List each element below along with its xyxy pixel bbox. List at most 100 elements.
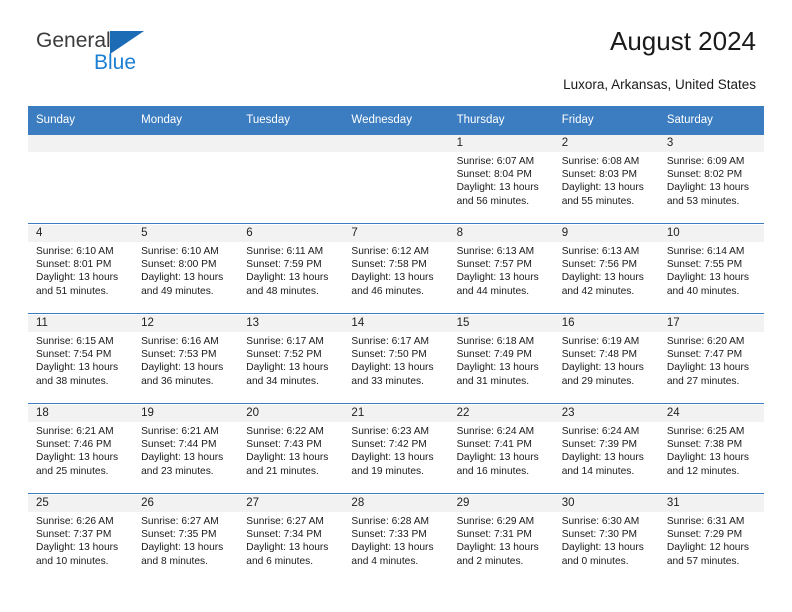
daylight-text: Daylight: 13 hours and 21 minutes. — [246, 452, 329, 477]
day-number: 7 — [343, 225, 449, 242]
day-number: 16 — [553, 315, 659, 332]
page-subtitle: Luxora, Arkansas, United States — [563, 77, 756, 92]
calendar-day-cell[interactable]: 6 Sunrise: 6:11 AM Sunset: 7:59 PM Daylight… — [238, 225, 344, 314]
calendar-day: 9 Sunrise: 6:13 AM Sunset: 7:56 PM Daylight… — [553, 225, 659, 313]
day-sun-info: Sunrise: 6:22 AM Sunset: 7:43 PM Daylight:… — [238, 422, 343, 478]
calendar-day-cell[interactable]: 25 Sunrise: 6:26 AM Sunset: 7:37 PM Dayligh… — [28, 495, 134, 583]
sunrise-text: Sunrise: 6:31 AM — [666, 516, 745, 527]
calendar-day-cell[interactable]: 17 Sunrise: 6:20 AM Sunset: 7:47 PM Dayligh… — [658, 315, 764, 404]
sunset-text: Sunset: 7:56 PM — [561, 259, 638, 271]
sunset-text: Sunset: 7:39 PM — [561, 439, 638, 451]
calendar-day-cell[interactable]: 3 Sunrise: 6:09 AM Sunset: 8:02 PM Daylight… — [658, 135, 764, 224]
daylight-text: Daylight: 13 hours and 56 minutes. — [456, 182, 539, 207]
calendar-day-cell[interactable]: 4 Sunrise: 6:10 AM Sunset: 8:01 PM Daylight… — [28, 225, 134, 314]
calendar-day-cell[interactable]: 13 Sunrise: 6:17 AM Sunset: 7:52 PM Dayligh… — [238, 315, 344, 404]
calendar-day-cell[interactable]: 27 Sunrise: 6:27 AM Sunset: 7:34 PM Dayligh… — [238, 495, 344, 583]
day-number: 30 — [553, 495, 659, 512]
calendar-day-empty — [133, 135, 239, 223]
weekday-header-thursday: Thursday — [448, 106, 554, 135]
day-sun-info: Sunrise: 6:13 AM Sunset: 7:57 PM Daylight:… — [449, 242, 554, 298]
sunset-text: Sunset: 8:01 PM — [36, 259, 112, 271]
day-number: 26 — [133, 495, 239, 512]
calendar-day-cell[interactable]: 30 Sunrise: 6:30 AM Sunset: 7:30 PM Dayligh… — [553, 495, 659, 583]
calendar-day-cell[interactable] — [28, 135, 134, 224]
calendar-day-cell[interactable]: 5 Sunrise: 6:10 AM Sunset: 8:00 PM Daylight… — [133, 225, 239, 314]
calendar-day-cell[interactable]: 8 Sunrise: 6:13 AM Sunset: 7:57 PM Daylight… — [448, 225, 554, 314]
calendar-day-cell[interactable]: 10 Sunrise: 6:14 AM Sunset: 7:55 PM Dayligh… — [658, 225, 764, 314]
calendar-day: 24 Sunrise: 6:25 AM Sunset: 7:38 PM Dayligh… — [658, 405, 764, 493]
sunset-text: Sunset: 7:57 PM — [456, 259, 532, 271]
calendar-day: 22 Sunrise: 6:24 AM Sunset: 7:41 PM Dayligh… — [448, 405, 554, 493]
day-sun-info: Sunrise: 6:29 AM Sunset: 7:31 PM Daylight:… — [449, 512, 554, 568]
daylight-text: Daylight: 13 hours and 31 minutes. — [456, 362, 539, 387]
calendar-day-cell[interactable]: 16 Sunrise: 6:19 AM Sunset: 7:48 PM Dayligh… — [553, 315, 659, 404]
day-number: 5 — [133, 225, 239, 242]
calendar-day-cell[interactable]: 28 Sunrise: 6:28 AM Sunset: 7:33 PM Dayligh… — [343, 495, 449, 583]
calendar-day-cell[interactable]: 23 Sunrise: 6:24 AM Sunset: 7:39 PM Dayligh… — [553, 405, 659, 494]
calendar-day-empty — [238, 135, 344, 223]
daylight-text: Daylight: 13 hours and 12 minutes. — [666, 452, 749, 477]
calendar-day-cell[interactable]: 7 Sunrise: 6:12 AM Sunset: 7:58 PM Daylight… — [343, 225, 449, 314]
calendar-day: 10 Sunrise: 6:14 AM Sunset: 7:55 PM Dayligh… — [658, 225, 764, 313]
calendar-day-cell[interactable]: 18 Sunrise: 6:21 AM Sunset: 7:46 PM Dayligh… — [28, 405, 134, 494]
calendar-day-cell[interactable]: 22 Sunrise: 6:24 AM Sunset: 7:41 PM Dayligh… — [448, 405, 554, 494]
calendar-day: 28 Sunrise: 6:28 AM Sunset: 7:33 PM Dayligh… — [343, 495, 449, 583]
calendar-day-cell[interactable] — [343, 135, 449, 224]
calendar-day: 11 Sunrise: 6:15 AM Sunset: 7:54 PM Dayligh… — [28, 315, 134, 403]
brand-logo[interactable]: General Blue — [36, 30, 236, 80]
day-number: 4 — [28, 225, 134, 242]
calendar-day-cell[interactable]: 24 Sunrise: 6:25 AM Sunset: 7:38 PM Dayligh… — [658, 405, 764, 494]
calendar-day-cell[interactable]: 29 Sunrise: 6:29 AM Sunset: 7:31 PM Dayligh… — [448, 495, 554, 583]
weekday-header-saturday: Saturday — [658, 106, 764, 135]
page-header: General Blue August 2024 Luxora, Arkansa… — [0, 0, 792, 91]
calendar-day-cell[interactable]: 1 Sunrise: 6:07 AM Sunset: 8:04 PM Daylight… — [448, 135, 554, 224]
calendar-day-cell[interactable]: 26 Sunrise: 6:27 AM Sunset: 7:35 PM Dayligh… — [133, 495, 239, 583]
daylight-text: Daylight: 13 hours and 33 minutes. — [351, 362, 434, 387]
calendar-day: 21 Sunrise: 6:23 AM Sunset: 7:42 PM Dayligh… — [343, 405, 449, 493]
sunset-text: Sunset: 7:58 PM — [351, 259, 427, 271]
calendar-day: 18 Sunrise: 6:21 AM Sunset: 7:46 PM Dayligh… — [28, 405, 134, 493]
calendar-day-cell[interactable]: 20 Sunrise: 6:22 AM Sunset: 7:43 PM Dayligh… — [238, 405, 344, 494]
sunset-text: Sunset: 7:37 PM — [36, 529, 112, 541]
sunrise-text: Sunrise: 6:15 AM — [36, 336, 114, 347]
sunrise-text: Sunrise: 6:13 AM — [456, 246, 535, 257]
calendar-day-cell[interactable]: 9 Sunrise: 6:13 AM Sunset: 7:56 PM Daylight… — [553, 225, 659, 314]
calendar-day: 13 Sunrise: 6:17 AM Sunset: 7:52 PM Dayligh… — [238, 315, 344, 403]
day-sun-info: Sunrise: 6:10 AM Sunset: 8:01 PM Daylight:… — [28, 242, 133, 298]
calendar-day-cell[interactable]: 31 Sunrise: 6:31 AM Sunset: 7:29 PM Dayligh… — [658, 495, 764, 583]
sunrise-text: Sunrise: 6:14 AM — [666, 246, 745, 257]
day-number: 6 — [238, 225, 344, 242]
sunset-text: Sunset: 7:44 PM — [141, 439, 217, 451]
day-number: 28 — [343, 495, 449, 512]
weekday-header-friday: Friday — [553, 106, 659, 135]
daylight-text: Daylight: 13 hours and 29 minutes. — [561, 362, 644, 387]
calendar-day: 4 Sunrise: 6:10 AM Sunset: 8:01 PM Daylight… — [28, 225, 134, 313]
calendar-day-cell[interactable]: 21 Sunrise: 6:23 AM Sunset: 7:42 PM Dayligh… — [343, 405, 449, 494]
day-number: 11 — [28, 315, 134, 332]
calendar-week-row: 1 Sunrise: 6:07 AM Sunset: 8:04 PM Daylight… — [28, 135, 764, 224]
calendar-day-cell[interactable]: 19 Sunrise: 6:21 AM Sunset: 7:44 PM Dayligh… — [133, 405, 239, 494]
calendar-day-cell[interactable]: 11 Sunrise: 6:15 AM Sunset: 7:54 PM Dayligh… — [28, 315, 134, 404]
day-number: 24 — [658, 405, 764, 422]
sunrise-text: Sunrise: 6:27 AM — [141, 516, 219, 527]
calendar-day-cell[interactable]: 12 Sunrise: 6:16 AM Sunset: 7:53 PM Dayligh… — [133, 315, 239, 404]
daylight-text: Daylight: 13 hours and 38 minutes. — [36, 362, 119, 387]
day-number: 22 — [448, 405, 554, 422]
daylight-text: Daylight: 12 hours and 57 minutes. — [666, 542, 749, 567]
day-sun-info: Sunrise: 6:21 AM Sunset: 7:44 PM Daylight:… — [133, 422, 238, 478]
calendar-week-row: 25 Sunrise: 6:26 AM Sunset: 7:37 PM Dayligh… — [28, 495, 764, 583]
sunset-text: Sunset: 7:46 PM — [36, 439, 112, 451]
calendar-day-cell[interactable]: 2 Sunrise: 6:08 AM Sunset: 8:03 PM Daylight… — [553, 135, 659, 224]
day-sun-info: Sunrise: 6:31 AM Sunset: 7:29 PM Daylight:… — [659, 512, 764, 568]
day-sun-info: Sunrise: 6:08 AM Sunset: 8:03 PM Daylight:… — [554, 152, 659, 208]
sunrise-text: Sunrise: 6:21 AM — [36, 426, 114, 437]
calendar-day: 23 Sunrise: 6:24 AM Sunset: 7:39 PM Dayligh… — [553, 405, 659, 493]
sunset-text: Sunset: 7:47 PM — [666, 349, 743, 361]
calendar-day-cell[interactable]: 14 Sunrise: 6:17 AM Sunset: 7:50 PM Dayligh… — [343, 315, 449, 404]
calendar-day-cell[interactable]: 15 Sunrise: 6:18 AM Sunset: 7:49 PM Dayligh… — [448, 315, 554, 404]
daylight-text: Daylight: 13 hours and 46 minutes. — [351, 272, 434, 297]
calendar-day-cell[interactable] — [238, 135, 344, 224]
calendar-page: General Blue August 2024 Luxora, Arkansa… — [0, 0, 792, 612]
daylight-text: Daylight: 13 hours and 19 minutes. — [351, 452, 434, 477]
calendar-day-cell[interactable] — [133, 135, 239, 224]
